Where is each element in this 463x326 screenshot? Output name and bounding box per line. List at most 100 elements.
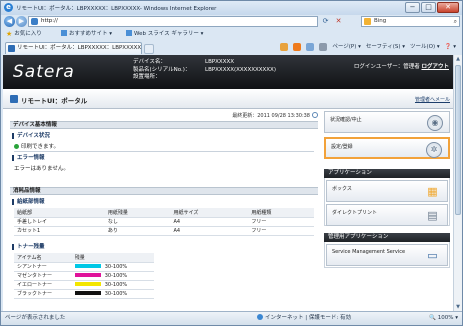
tab-page-icon (8, 45, 15, 52)
settings-button[interactable]: 設定/登録 ✲ (324, 137, 450, 159)
security-zone: インターネット | 保護モード: 有効 (257, 312, 351, 325)
safety-menu[interactable]: セーフティ(S) ▾ (366, 43, 405, 54)
settings-label: 設定/登録 (331, 144, 353, 150)
table-row: カセット1 あり A4 フリー (14, 226, 314, 236)
web-slice-label: Web スライス ギャラリー ▾ (134, 31, 204, 37)
mail-admin-link[interactable]: 管理者へメール (415, 96, 450, 103)
paper-level: なし (104, 217, 171, 227)
toner-table: アイテム名 残量 シアントナー 30-100% マゼンタトナー 30-100% … (14, 253, 154, 299)
service-management-button[interactable]: Service Management Service ▭ (326, 244, 448, 266)
table-row: ブラックトナー 30-100% (14, 289, 154, 299)
monitor-icon: ▭ (427, 249, 438, 262)
bing-icon (364, 18, 371, 25)
toner-header-row: アイテム名 残量 (14, 253, 154, 263)
paper-header-row: 給紙部 用紙残量 用紙サイズ 用紙種類 (14, 208, 314, 218)
basic-info-section: デバイス基本情報 (10, 121, 318, 129)
window-title: リモートUI：ポータル：LBPXXXXX：LBPXXXXX- Windows I… (16, 6, 217, 12)
new-tab-button[interactable] (144, 44, 154, 54)
paper-info-title: 給紙部情報 (12, 199, 45, 205)
home-icon[interactable] (280, 43, 289, 54)
print-icon[interactable] (319, 43, 328, 54)
paper-size: A4 (170, 226, 249, 236)
page-icon (31, 18, 38, 25)
paper-col-level: 用紙残量 (104, 208, 171, 218)
paper-type: フリー (248, 226, 314, 236)
device-state: 印刷できます。 (14, 142, 59, 150)
direct-print-label: ダイレクトプリント (332, 210, 378, 216)
login-user: ログインユーザー：管理者 (353, 64, 420, 70)
product-name-value: LBPXXXXX(XXXXXXXXXX) (205, 66, 276, 73)
favorites-label: お気に入り (14, 31, 42, 37)
search-value: Bing (374, 18, 387, 24)
mail-icon[interactable] (306, 43, 315, 54)
zoom-control[interactable]: 🔍 100% ▾ (429, 312, 458, 325)
login-info: ログインユーザー：管理者 ログアウト (354, 62, 449, 70)
search-icon[interactable]: ⌕ (454, 17, 457, 26)
web-slice-gallery-link[interactable]: Web スライス ギャラリー ▾ (126, 28, 203, 40)
suggested-sites-label: おすすめサイト ▾ (69, 31, 113, 37)
toner-level-text: 30-100% (104, 281, 128, 288)
tab-bar: リモートUI：ポータル：LBPXXXXX：LBPXXXXX ページ(P) ▾ セ… (1, 40, 462, 54)
printer-icon: ▤ (427, 209, 438, 222)
close-button[interactable]: ✕ (437, 2, 459, 13)
toner-col-item: アイテム名 (14, 253, 72, 263)
command-bar: ページ(P) ▾ セーフティ(S) ▾ ツール(O) ▾ ❓ ▾ (280, 43, 456, 54)
box-icon: ▦ (427, 185, 438, 198)
direct-print-button[interactable]: ダイレクトプリント ▤ (326, 204, 448, 226)
suggested-sites-link[interactable]: おすすめサイト ▾ (61, 28, 112, 40)
favorites-bar: ★ お気に入り おすすめサイト ▾ Web スライス ギャラリー ▾ (1, 28, 462, 40)
table-row: 手差しトレイ なし A4 フリー (14, 217, 314, 227)
refresh-icon[interactable]: ⟳ (320, 16, 331, 27)
scroll-up-icon[interactable]: ▲ (454, 55, 462, 63)
scroll-down-icon[interactable]: ▼ (454, 303, 462, 311)
scroll-thumb[interactable] (455, 65, 461, 215)
window-controls: − □ ✕ (405, 2, 459, 13)
stop-icon[interactable]: ✕ (333, 16, 344, 27)
feeds-icon[interactable] (293, 43, 302, 54)
toner-col-level: 残量 (71, 253, 154, 263)
logout-link[interactable]: ログアウト (421, 64, 449, 70)
paper-size: A4 (170, 217, 249, 227)
zone-text: インターネット | 保護モード: 有効 (265, 315, 351, 321)
address-input[interactable]: http:// (28, 16, 318, 27)
portal-header: リモートUI：ポータル 管理者へメール (3, 89, 453, 109)
toner-name: シアントナー (14, 262, 72, 272)
paper-level: あり (104, 226, 171, 236)
tab-remote-ui[interactable]: リモートUI：ポータル：LBPXXXXX：LBPXXXXX (5, 42, 142, 54)
table-row: シアントナー 30-100% (14, 262, 154, 272)
error-text: エラーはありません。 (14, 166, 69, 172)
device-name-value: LBPXXXXX (205, 59, 234, 65)
satera-header: Satera デバイス名： LBPXXXXX 製品名(シリアルNo.)： LBPXX… (3, 55, 453, 89)
tools-menu[interactable]: ツール(O) ▾ (410, 43, 440, 54)
toner-name: ブラックトナー (14, 289, 72, 299)
box-label: ボックス (332, 186, 352, 192)
table-row: マゼンタトナー 30-100% (14, 271, 154, 281)
satera-logo: Satera (13, 62, 75, 82)
status-monitor-label: 状況確認/中止 (330, 117, 362, 123)
forward-button[interactable]: ▶ (16, 16, 27, 27)
ie-logo-icon: e (4, 3, 13, 12)
minimize-button[interactable]: − (405, 2, 420, 13)
paper-col-source: 給紙部 (14, 208, 105, 218)
product-name-key: 製品名(シリアルNo.)： (133, 66, 191, 73)
box-button[interactable]: ボックス ▦ (326, 180, 448, 202)
apps-section-title: アプリケーション (324, 169, 450, 178)
magenta-toner-bar (74, 272, 101, 277)
device-name-row: デバイス名： LBPXXXXX (133, 59, 276, 67)
search-input[interactable]: Bing ⌕ (361, 16, 460, 27)
refresh-icon[interactable] (312, 112, 318, 118)
device-state-text: 印刷できます。 (21, 144, 59, 150)
page-menu[interactable]: ページ(P) ▾ (332, 43, 361, 54)
vertical-scrollbar[interactable]: ▲ ▼ (453, 55, 462, 311)
paper-source: カセット1 (14, 226, 105, 236)
status-text: ページが表示されました (5, 315, 66, 321)
error-info-title: エラー情報 (12, 155, 45, 161)
device-info: デバイス名： LBPXXXXX 製品名(シリアルNo.)： LBPXXXXX(XXX… (133, 59, 276, 82)
status-monitor-button[interactable]: 状況確認/中止 ◉ (324, 111, 450, 133)
maximize-button[interactable]: □ (421, 2, 436, 13)
help-menu[interactable]: ❓ ▾ (445, 43, 456, 54)
favorites-button[interactable]: ★ お気に入り (6, 28, 42, 40)
service-management-label: Service Management Service (332, 249, 406, 255)
mgmt-section-title: 管理用アプリケーション (324, 233, 450, 242)
back-button[interactable]: ◀ (4, 16, 15, 27)
